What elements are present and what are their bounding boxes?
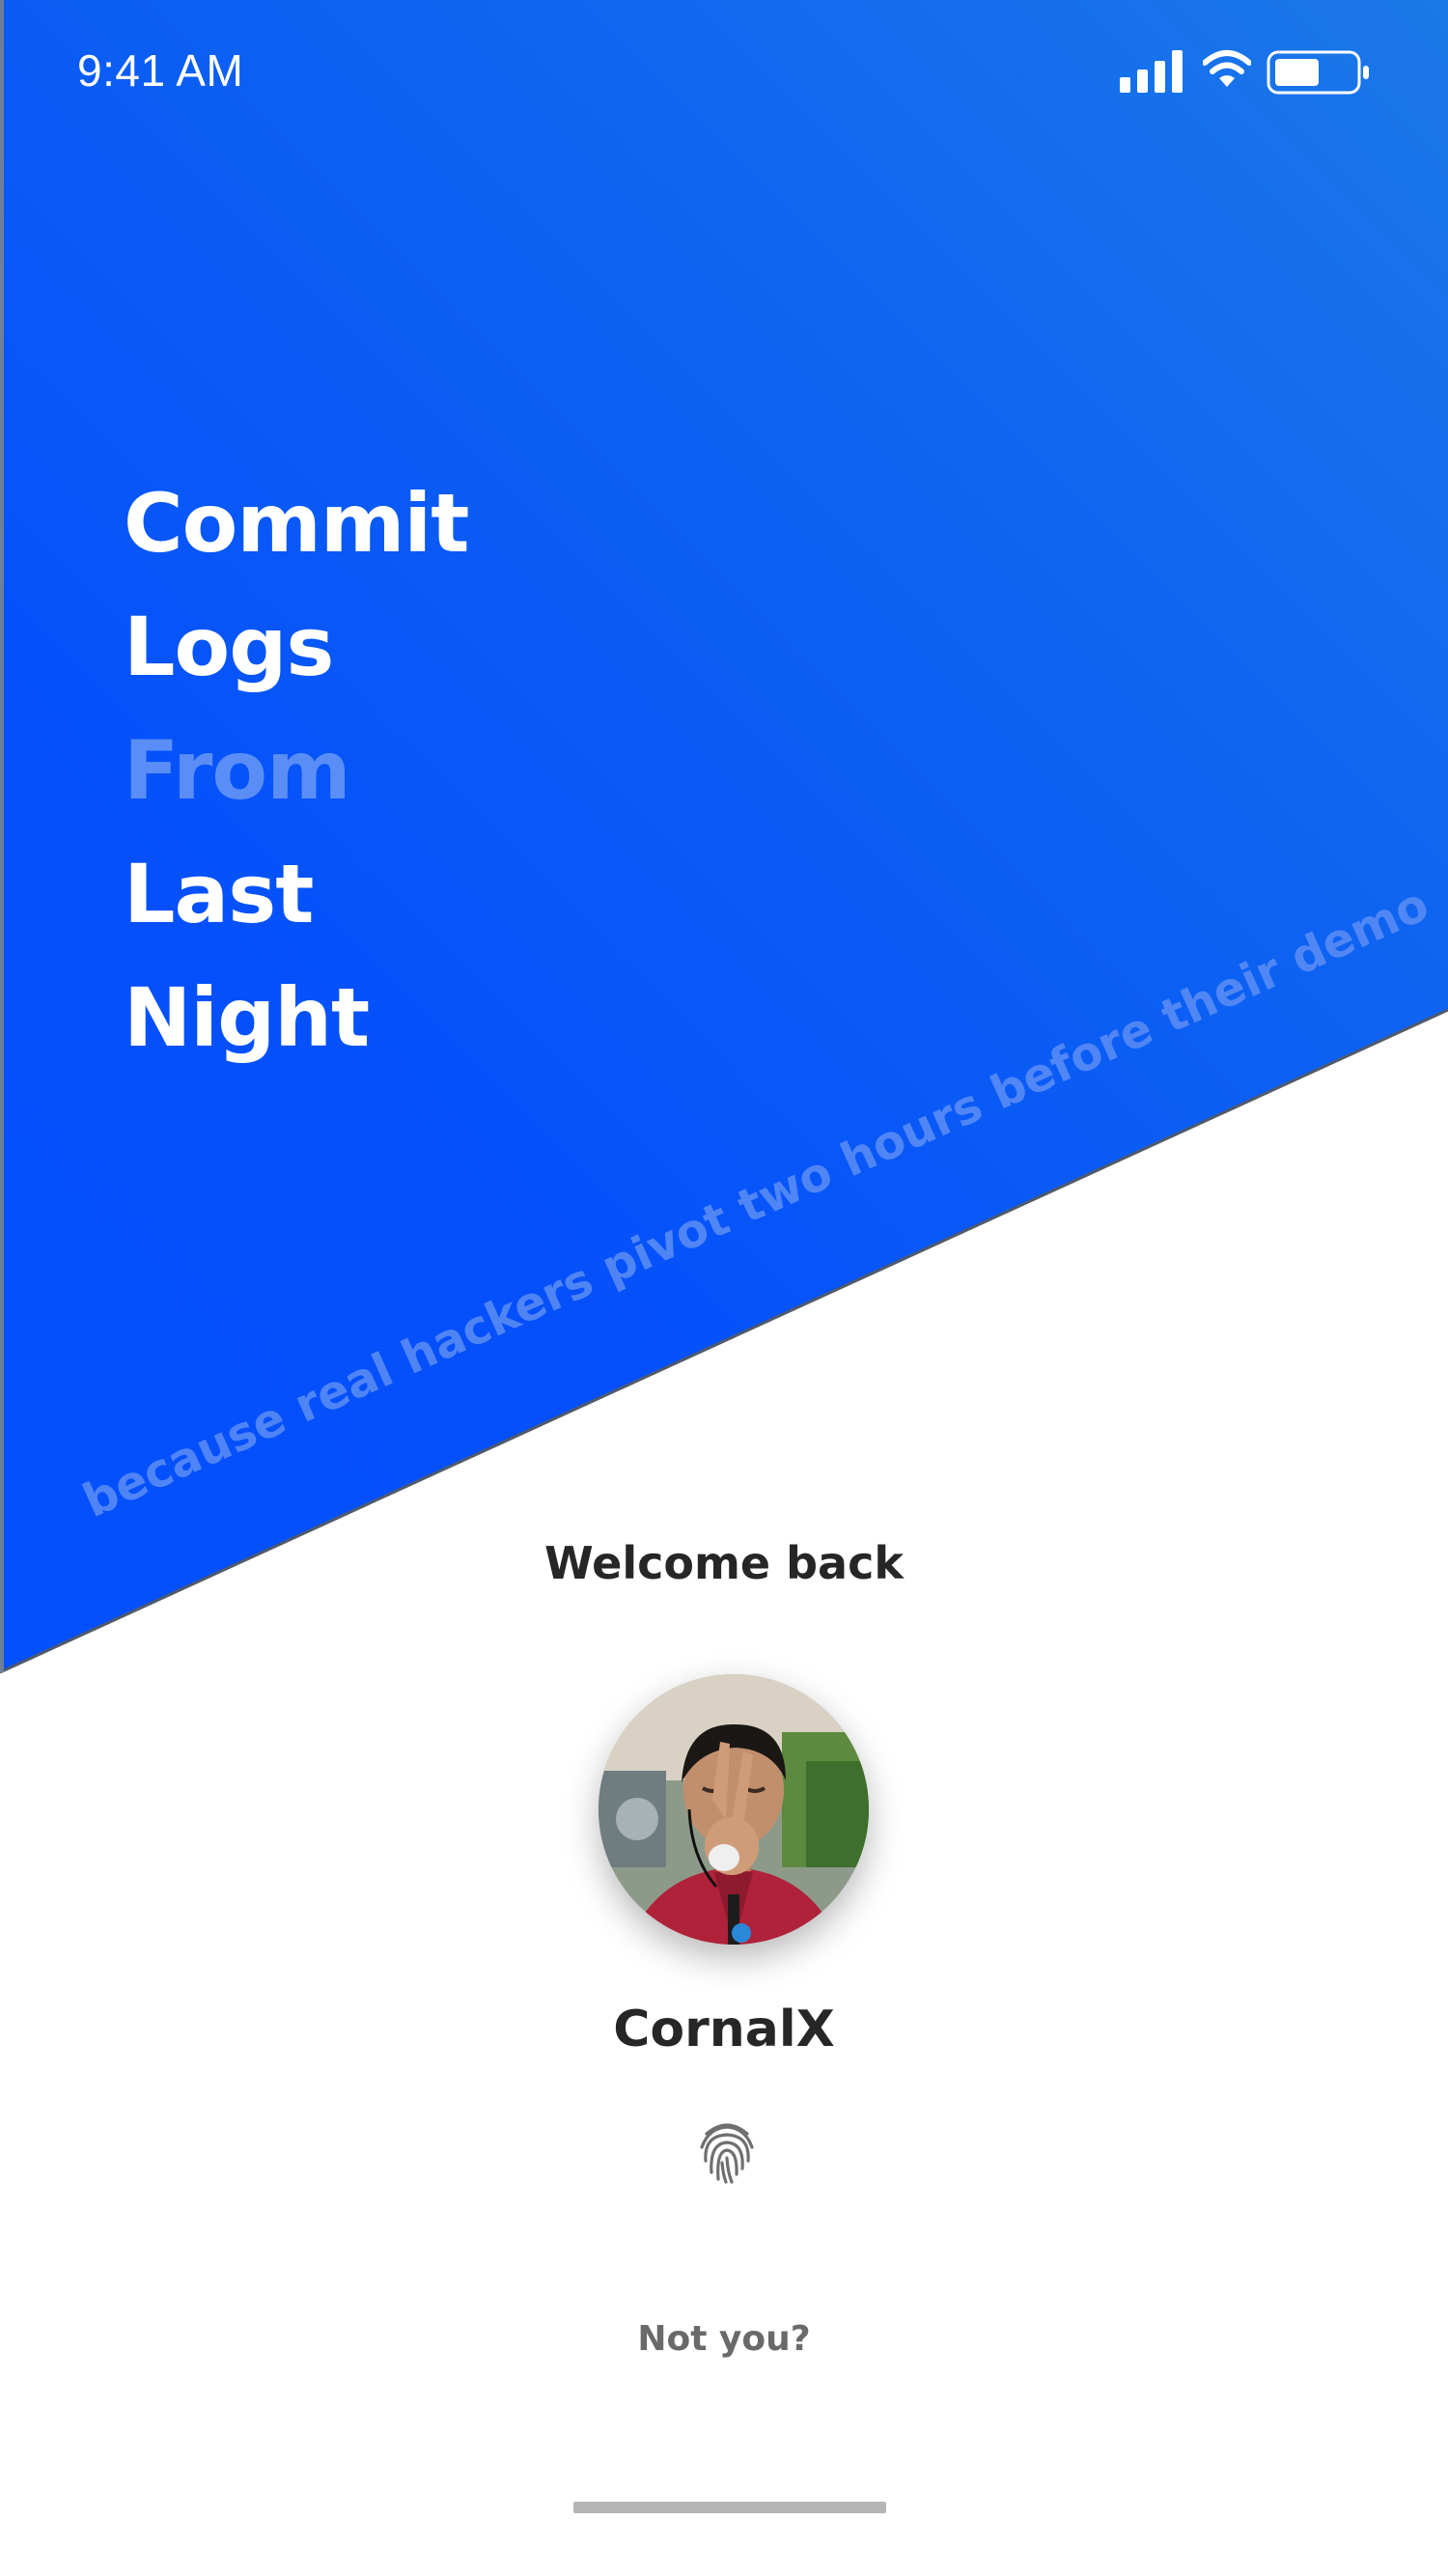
screen-left-border xyxy=(0,0,4,1672)
title-word-last: Last xyxy=(124,847,314,941)
cellular-signal-icon xyxy=(1120,50,1183,93)
battery-icon xyxy=(1267,50,1369,95)
status-time: 9:41 AM xyxy=(77,45,244,96)
status-bar: 9:41 AM xyxy=(0,0,1448,145)
fingerprint-icon[interactable] xyxy=(697,2118,757,2186)
not-you-link[interactable]: Not you? xyxy=(0,2319,1448,2359)
home-indicator xyxy=(573,2502,886,2513)
login-screen: 9:41 AM Commit Logs From Last Night beca… xyxy=(0,0,1448,2576)
welcome-heading: Welcome back xyxy=(544,1537,904,1589)
title-word-from: From xyxy=(124,723,351,818)
avatar-photo xyxy=(599,1674,869,1945)
username: CornalX xyxy=(613,2001,835,2058)
wifi-icon xyxy=(1203,50,1251,87)
title-word-logs: Logs xyxy=(124,600,334,694)
title-word-night: Night xyxy=(124,970,370,1065)
avatar xyxy=(599,1674,869,1945)
title-word-commit: Commit xyxy=(124,476,469,571)
app-title: Commit Logs From Last Night xyxy=(124,462,469,1079)
